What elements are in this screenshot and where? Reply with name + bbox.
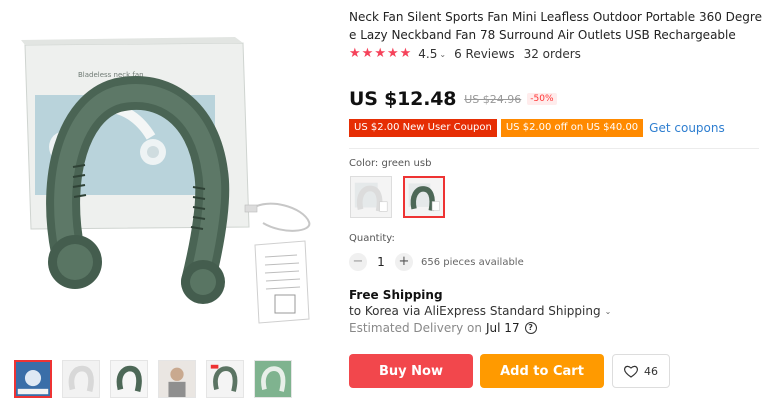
quantity-input[interactable]: 1 [367, 255, 395, 269]
estimated-delivery-label: Estimated Delivery on [349, 321, 483, 335]
product-title: Neck Fan Silent Sports Fan Mini Leafless… [349, 10, 762, 42]
divider [349, 148, 759, 149]
shipping-method[interactable]: to Korea via AliExpress Standard Shippin… [349, 304, 611, 318]
delivery-date: Jul 17 [486, 321, 520, 335]
discount-badge: -50% [527, 93, 557, 105]
star-icon: ★ [399, 46, 412, 61]
rating-stars: ★ ★ ★ ★ ★ [349, 47, 412, 61]
shipping-method-text[interactable]: to Korea via AliExpress Standard Shippin… [349, 304, 601, 318]
coupon-row: US $2.00 New User Coupon US $2.00 off on… [349, 119, 725, 137]
main-product-image: Bladeless neck fan [13, 37, 343, 355]
star-icon: ★ [386, 46, 399, 61]
chevron-down-icon[interactable]: ⌄ [605, 307, 612, 316]
heart-icon [624, 365, 638, 378]
thumbnail-1[interactable] [14, 360, 52, 398]
wishlist-count: 46 [644, 364, 658, 378]
rating-value[interactable]: 4.5 [418, 47, 437, 61]
reviews-link[interactable]: 6 Reviews [454, 47, 515, 61]
thumbnail-4[interactable] [158, 360, 196, 398]
thumbnail-3[interactable] [110, 360, 148, 398]
quantity-label: Quantity: [349, 233, 395, 244]
new-user-coupon[interactable]: US $2.00 New User Coupon [349, 119, 497, 137]
chevron-down-icon[interactable]: ⌄ [439, 50, 446, 59]
star-icon: ★ [349, 46, 361, 61]
quantity-increase-button[interactable]: + [395, 253, 413, 271]
orders-count: 32 orders [523, 47, 581, 61]
store-coupon[interactable]: US $2.00 off on US $40.00 [500, 119, 644, 137]
add-to-cart-button[interactable]: Add to Cart [480, 354, 604, 388]
buy-now-button[interactable]: Buy Now [349, 354, 473, 388]
quantity-decrease-button[interactable]: − [349, 253, 367, 271]
question-circle-icon[interactable]: ? [524, 322, 537, 334]
color-label: Color: green usb [349, 158, 432, 169]
wishlist-button[interactable]: 46 [612, 354, 670, 388]
star-icon: ★ [361, 46, 374, 61]
color-option-green-usb[interactable] [403, 176, 445, 218]
pieces-available: 656 pieces available [421, 256, 524, 268]
color-option-white-usb[interactable] [350, 176, 392, 218]
shipping-title: Free Shipping [349, 288, 443, 302]
get-coupons-link[interactable]: Get coupons [649, 121, 725, 135]
rating-row: ★ ★ ★ ★ ★ 4.5 ⌄ 6 Reviews 32 orders [349, 46, 581, 62]
original-price: US $24.96 [464, 92, 522, 106]
thumbnail-6[interactable] [254, 360, 292, 398]
quantity-stepper: − 1 + 656 pieces available [349, 252, 524, 272]
current-price: US $12.48 [349, 88, 457, 110]
star-icon: ★ [374, 46, 386, 61]
price-row: US $12.48 US $24.96 -50% [349, 87, 557, 111]
thumbnail-5[interactable] [206, 360, 244, 398]
thumbnail-strip [14, 360, 302, 398]
thumbnail-2[interactable] [62, 360, 100, 398]
estimated-delivery: Estimated Delivery on Jul 17 ? [349, 321, 537, 335]
